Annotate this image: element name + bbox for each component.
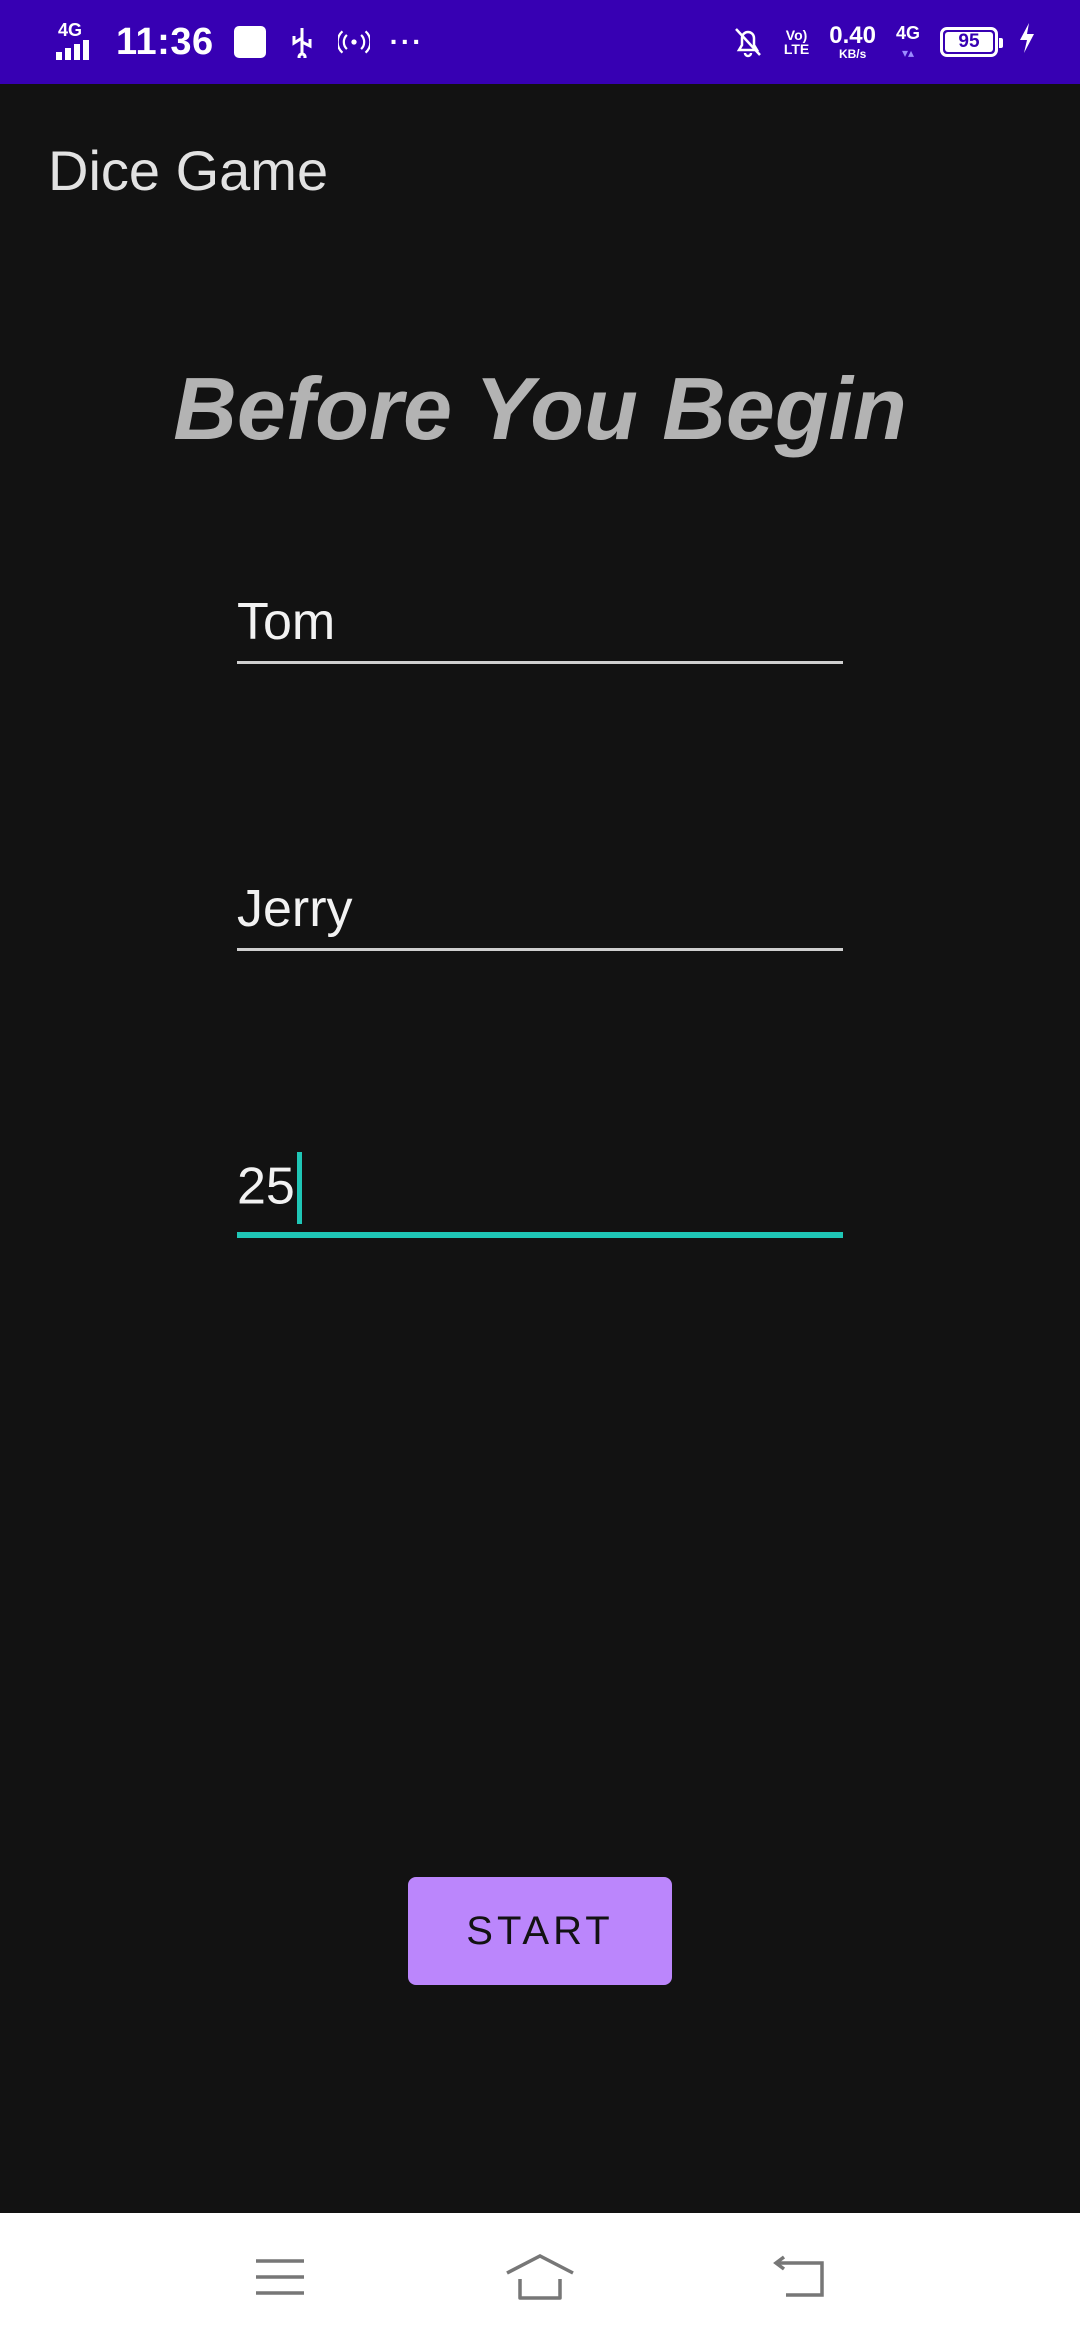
status-bar-right: Vo) LTE 0.40 KB/s 4G ▾▴ 95	[732, 23, 1036, 61]
text-cursor	[296, 1152, 302, 1224]
app-title: Dice Game	[48, 139, 329, 202]
menu-button[interactable]	[230, 2237, 330, 2317]
screen: 4G 11:36 ··· Vo) LTE 0.40 KB/s 4G ▾▴ 95 …	[0, 0, 1080, 2340]
page-heading: Before You Begin	[173, 359, 907, 458]
back-button[interactable]	[750, 2237, 850, 2317]
usb-icon	[286, 26, 318, 58]
player1-name-value[interactable]: Tom	[237, 592, 335, 652]
usb-debug-icon	[233, 26, 266, 58]
start-button[interactable]: START	[408, 1877, 672, 1985]
volte-indicator: Vo) LTE	[783, 27, 810, 57]
navigation-bar	[0, 2213, 1080, 2340]
target-score-wrapper[interactable]: 25	[237, 1152, 302, 1226]
more-notifications-icon: ···	[389, 26, 424, 57]
network-speed: 0.40 KB/s	[829, 22, 876, 61]
back-icon	[773, 2255, 824, 2297]
target-score-value[interactable]: 25	[237, 1158, 295, 1216]
player1-name-field[interactable]: Tom	[237, 584, 843, 664]
charging-icon	[1018, 23, 1036, 61]
target-score-field[interactable]: 25	[237, 1152, 843, 1238]
home-icon	[506, 2253, 574, 2300]
player1-underline	[237, 661, 843, 664]
menu-icon	[256, 2258, 304, 2295]
network-type-right: 4G ▾▴	[895, 23, 920, 60]
status-bar: 4G 11:36 ··· Vo) LTE 0.40 KB/s 4G ▾▴ 95	[0, 0, 1080, 84]
status-bar-left: 4G 11:36 ···	[56, 20, 424, 64]
hotspot-icon	[337, 26, 370, 58]
home-button[interactable]	[490, 2237, 590, 2317]
clock: 11:36	[116, 20, 214, 63]
player2-underline	[237, 948, 843, 951]
battery-level: 95	[958, 31, 980, 52]
alarm-off-icon	[732, 26, 764, 58]
network-type: 4G	[58, 20, 83, 40]
player2-name-value[interactable]: Jerry	[237, 879, 353, 939]
battery-icon: 95	[940, 27, 1003, 57]
target-score-underline	[237, 1232, 843, 1238]
signal-icon: 4G	[56, 20, 96, 62]
player2-name-field[interactable]: Jerry	[237, 871, 843, 951]
